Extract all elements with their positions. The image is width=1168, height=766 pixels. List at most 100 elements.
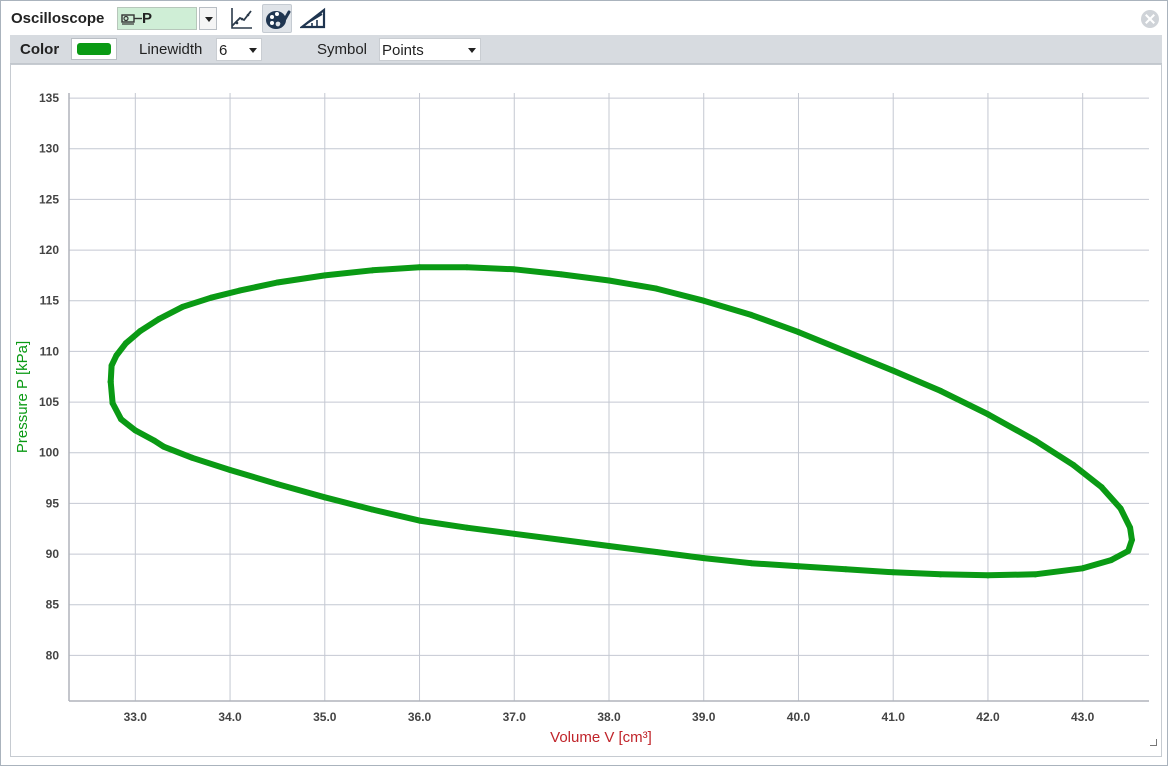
linewidth-value: 6 [219,42,228,59]
data-point [137,328,144,335]
x-tick-label: 38.0 [597,710,621,724]
data-point [416,517,423,524]
data-point [842,348,849,355]
data-point [122,340,129,347]
y-tick-label: 90 [46,547,60,561]
y-axis-label: Pressure P [kPa] [14,341,31,453]
color-label: Color [20,41,60,58]
linewidth-label: Linewidth [139,41,203,58]
grid-lines [69,93,1149,701]
data-point [1070,461,1077,468]
data-point [108,362,115,369]
y-tick-label: 110 [40,344,60,358]
data-point [937,571,944,578]
data-point [795,563,802,570]
channel-select[interactable]: P [117,7,217,30]
palette-brush-icon [266,10,291,29]
data-point [606,542,612,549]
x-tick-label: 36.0 [408,710,432,724]
x-tick-label: 42.0 [976,710,1000,724]
data-point [653,549,660,556]
chevron-down-icon[interactable] [245,39,261,60]
data-point [653,285,660,292]
data-point [179,303,186,310]
data-point [416,264,423,271]
y-tick-label: 125 [39,192,59,206]
x-tick-label: 41.0 [882,710,906,724]
data-point [151,437,158,444]
y-tick-label: 135 [39,91,59,105]
data-point [984,411,991,418]
data-point [189,454,196,461]
y-tick-label: 80 [46,648,60,662]
data-point [606,277,612,284]
data-point [321,494,328,501]
data-point [1098,484,1105,491]
titlebar: Oscilloscope P [1,1,1167,35]
data-point [156,315,162,322]
channel-label: P [142,10,153,27]
x-tick-label: 34.0 [218,710,242,724]
window-title: Oscilloscope [11,10,105,27]
x-tick-label: 40.0 [787,710,811,724]
data-point [274,481,281,488]
x-tick-label: 37.0 [503,710,527,724]
data-point [558,271,565,278]
y-tick-label: 115 [40,294,60,308]
sensor-channel-icon [121,14,142,25]
data-point [208,294,215,301]
data-point [118,416,125,423]
linewidth-select[interactable]: 6 [216,38,262,61]
line-graph-icon [231,8,252,29]
data-point [984,572,991,579]
data-point [227,466,234,473]
channel-dropdown-button[interactable] [199,7,217,30]
symbol-select[interactable]: Points [379,38,481,61]
xy-diagram-tool[interactable] [226,4,256,33]
data-point [795,329,802,336]
y-tick-label: 100 [39,446,59,460]
ruler-triangle-icon [300,7,326,29]
pv-diagram[interactable]: 33.0 34.0 35.0 36.0 37.0 38.0 39.0 40.0 41.0 42.0… [11,65,1161,756]
color-swatch [77,43,111,55]
data-point [132,427,139,434]
x-tick-label: 43.0 [1071,710,1095,724]
display-options-bar: Color Linewidth 6 Symbol Points [10,35,1162,64]
data-point [748,560,755,567]
symbol-value: Points [382,42,424,59]
data-point [107,378,114,385]
data-point [748,311,755,318]
channel-box[interactable]: P [117,7,197,30]
plot-panel: 33.0 34.0 35.0 36.0 37.0 38.0 39.0 40.0 41.0 42.0… [10,64,1162,757]
data-point [1127,524,1134,531]
close-icon[interactable] [1141,10,1159,28]
data-point [1032,437,1039,444]
data-point [511,266,518,273]
x-tick-label: 33.0 [124,710,148,724]
data-point [842,566,849,573]
data-point [1128,536,1135,543]
resize-grip[interactable] [1150,739,1157,746]
data-point [1032,571,1039,578]
data-point [321,272,328,279]
data-point [1117,505,1124,512]
data-series [107,264,1135,579]
data-point [463,524,470,531]
data-point [369,267,376,274]
data-point [160,443,167,450]
x-tick-label: 35.0 [313,710,337,724]
x-tick-label: 39.0 [692,710,716,724]
data-point [369,506,376,513]
data-point [937,387,944,394]
data-point [700,297,707,304]
chevron-down-icon[interactable] [464,39,480,60]
display-options-tool[interactable] [262,4,292,33]
scale-tool[interactable] [298,4,328,33]
color-picker[interactable] [71,38,117,60]
data-point [236,287,243,294]
data-point [558,536,565,543]
data-point [109,400,116,407]
y-tick-label: 105 [39,395,59,409]
data-point [890,367,897,374]
data-trace [107,264,1135,579]
